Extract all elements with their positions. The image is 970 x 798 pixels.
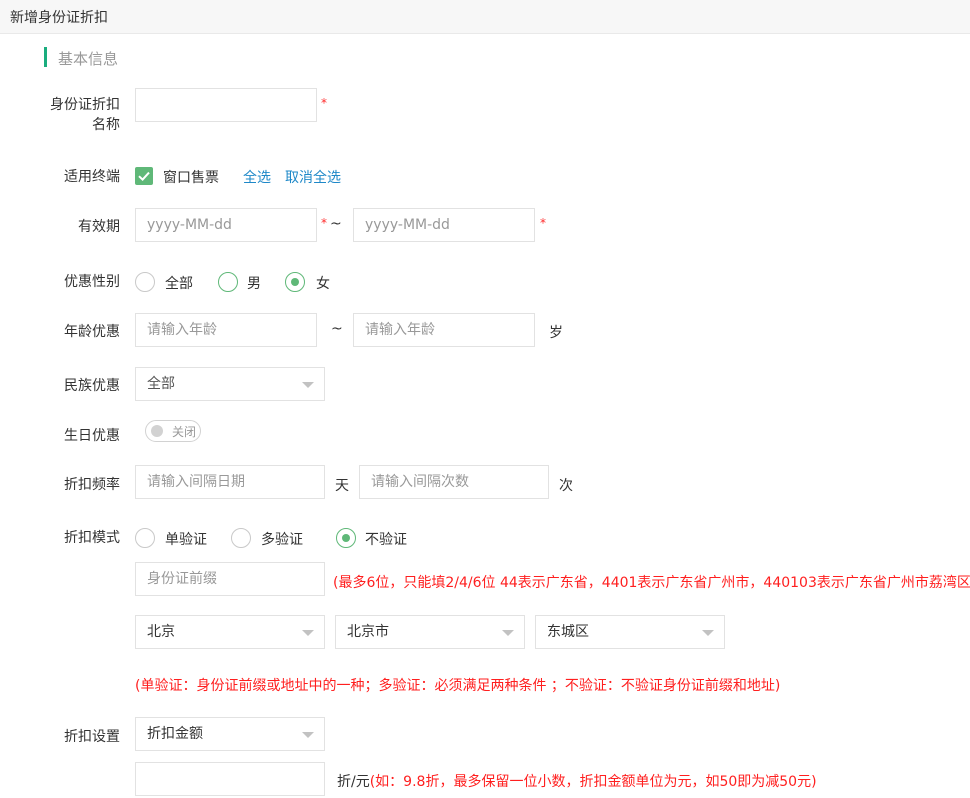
amount-unit: 折/元 — [337, 774, 370, 790]
required-mark: * — [540, 216, 546, 230]
province-select-value: 北京 — [147, 624, 175, 640]
gender-female-radio[interactable] — [285, 272, 305, 292]
birthday-label: 生日优惠 — [64, 428, 120, 444]
required-mark: * — [321, 216, 327, 230]
mode-multi-label: 多验证 — [261, 532, 303, 548]
chevron-down-icon — [302, 382, 314, 388]
mode-single-label: 单验证 — [165, 532, 207, 548]
gender-label: 优惠性别 — [64, 274, 120, 290]
ethnicity-label: 民族优惠 — [64, 378, 120, 394]
window-ticket-checkbox[interactable] — [135, 167, 153, 185]
validity-label: 有效期 — [78, 219, 120, 235]
start-date-input[interactable]: yyyy-MM-dd — [135, 208, 317, 242]
birthday-switch[interactable]: 关闭 — [145, 420, 201, 442]
discount-name-input[interactable] — [135, 88, 317, 122]
id-prefix-input[interactable]: 身份证前缀 — [135, 562, 325, 596]
terminal-label: 适用终端 — [64, 169, 120, 185]
window-ticket-label: 窗口售票 — [163, 170, 219, 186]
chevron-down-icon — [502, 630, 514, 636]
mode-none-label: 不验证 — [365, 532, 407, 548]
page-header — [0, 0, 970, 34]
discount-type-select[interactable]: 折扣金额 — [135, 717, 325, 751]
check-icon — [138, 171, 150, 182]
interval-times-input[interactable]: 请输入间隔次数 — [359, 465, 549, 499]
date-separator: ~ — [330, 216, 342, 232]
gender-male-label: 男 — [247, 276, 261, 292]
discount-name-label: 身份证折扣 名称 — [50, 97, 120, 133]
section-title: 基本信息 — [58, 50, 119, 68]
section-accent-bar — [44, 47, 47, 67]
amount-hint-text: (如：9.8折，最多保留一位小数，折扣金额单位为元，如50即为减50元) — [369, 774, 817, 790]
deselect-all-link[interactable]: 取消全选 — [285, 167, 341, 187]
mode-multi-radio[interactable] — [231, 528, 251, 548]
age-unit: 岁 — [549, 325, 563, 341]
district-select-value: 东城区 — [547, 624, 589, 640]
days-unit: 天 — [335, 478, 349, 494]
city-select[interactable]: 北京市 — [335, 615, 525, 649]
gender-all-radio[interactable] — [135, 272, 155, 292]
mode-none-radio[interactable] — [336, 528, 356, 548]
times-unit: 次 — [559, 478, 573, 494]
age-separator: ~ — [331, 321, 343, 337]
frequency-label: 折扣频率 — [64, 477, 120, 493]
required-mark: * — [321, 96, 327, 110]
end-date-input[interactable]: yyyy-MM-dd — [353, 208, 535, 242]
amount-hint: 折/元(如：9.8折，最多保留一位小数，折扣金额单位为元，如50即为减50元) — [337, 771, 817, 791]
select-all-link[interactable]: 全选 — [243, 167, 271, 187]
age-min-input[interactable]: 请输入年龄 — [135, 313, 317, 347]
chevron-down-icon — [302, 732, 314, 738]
discount-type-value: 折扣金额 — [147, 726, 203, 742]
setting-label: 折扣设置 — [64, 729, 120, 745]
switch-knob — [151, 425, 163, 437]
discount-amount-input[interactable] — [135, 762, 325, 796]
age-max-input[interactable]: 请输入年龄 — [353, 313, 535, 347]
gender-male-radio[interactable] — [218, 272, 238, 292]
mode-hint: (单验证：身份证前缀或地址中的一种；多验证：必须满足两种条件 ；不验证：不验证身… — [135, 678, 781, 694]
chevron-down-icon — [302, 630, 314, 636]
mode-single-radio[interactable] — [135, 528, 155, 548]
mode-label: 折扣模式 — [64, 530, 120, 546]
district-select[interactable]: 东城区 — [535, 615, 725, 649]
interval-days-input[interactable]: 请输入间隔日期 — [135, 465, 325, 499]
ethnicity-select-value: 全部 — [147, 376, 175, 392]
prefix-hint: (最多6位，只能填2/4/6位 44表示广东省，4401表示广东省广州市，440… — [333, 575, 970, 591]
switch-state-text: 关闭 — [172, 425, 197, 439]
page-title: 新增身份证折扣 — [10, 10, 108, 26]
ethnicity-select[interactable]: 全部 — [135, 367, 325, 401]
province-select[interactable]: 北京 — [135, 615, 325, 649]
age-label: 年龄优惠 — [64, 324, 120, 340]
city-select-value: 北京市 — [347, 624, 389, 640]
chevron-down-icon — [702, 630, 714, 636]
gender-female-label: 女 — [316, 276, 330, 292]
gender-all-label: 全部 — [165, 276, 193, 292]
